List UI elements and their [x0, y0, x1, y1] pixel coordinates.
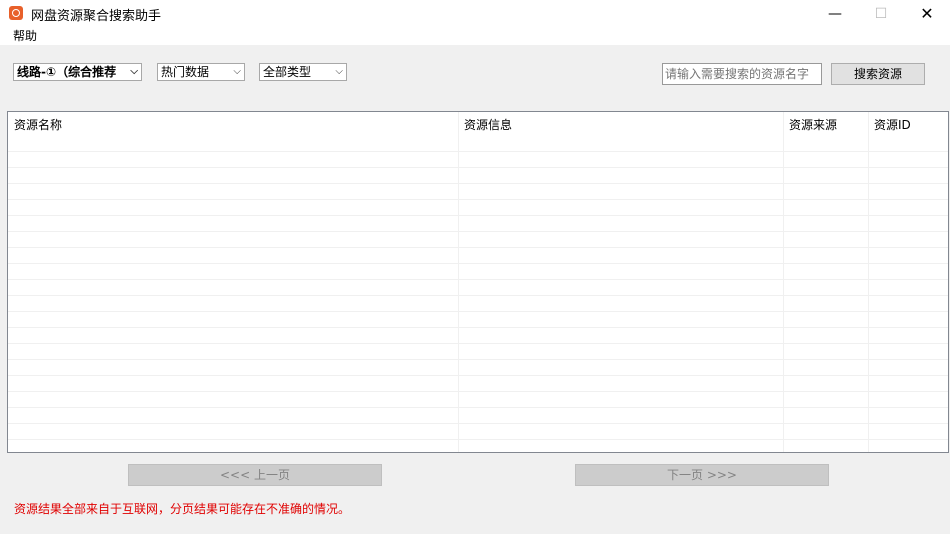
column-divider	[458, 112, 459, 452]
menu-help[interactable]: 帮助	[13, 28, 37, 44]
line-select-value: 线路-①（综合推荐	[17, 65, 117, 79]
row-divider	[8, 311, 948, 312]
column-header-source[interactable]: 资源来源	[789, 116, 837, 133]
row-divider	[8, 439, 948, 440]
type-select-value: 全部类型	[263, 65, 312, 79]
close-button[interactable]: ✕	[904, 0, 950, 28]
menu-bar: 帮助	[0, 28, 950, 45]
chevron-down-icon: ⌵	[335, 66, 343, 77]
column-divider	[783, 112, 784, 452]
app-icon	[9, 6, 23, 20]
row-divider	[8, 375, 948, 376]
row-divider	[8, 295, 948, 296]
results-table[interactable]: 资源名称 资源信息 资源来源 资源ID	[7, 111, 949, 453]
category-select-value: 热门数据	[161, 65, 210, 79]
column-divider	[868, 112, 869, 452]
search-input[interactable]	[662, 63, 822, 85]
row-divider	[8, 231, 948, 232]
disclaimer-text: 资源结果全部来自于互联网，分页结果可能存在不准确的情况。	[14, 502, 351, 516]
line-select[interactable]: 线路-①（综合推荐 ⌵	[13, 63, 142, 81]
title-bar[interactable]: 网盘资源聚合搜索助手 — ☐ ✕	[0, 0, 950, 28]
column-header-info[interactable]: 资源信息	[464, 116, 512, 133]
chevron-down-icon: ⌵	[130, 66, 138, 77]
row-divider	[8, 151, 948, 152]
minimize-button[interactable]: —	[812, 0, 858, 28]
prev-page-button[interactable]: <<< 上一页	[128, 464, 382, 486]
row-divider	[8, 279, 948, 280]
type-select[interactable]: 全部类型 ⌵	[259, 63, 347, 81]
row-divider	[8, 343, 948, 344]
chevron-down-icon: ⌵	[233, 66, 241, 77]
maximize-button[interactable]: ☐	[858, 0, 904, 28]
category-select[interactable]: 热门数据 ⌵	[157, 63, 245, 81]
window-title: 网盘资源聚合搜索助手	[31, 9, 162, 24]
row-divider	[8, 215, 948, 216]
column-header-id[interactable]: 资源ID	[874, 116, 911, 133]
next-page-button[interactable]: 下一页 >>>	[575, 464, 829, 486]
row-divider	[8, 359, 948, 360]
column-header-name[interactable]: 资源名称	[14, 116, 62, 133]
row-divider	[8, 167, 948, 168]
row-divider	[8, 327, 948, 328]
row-divider	[8, 247, 948, 248]
row-divider	[8, 407, 948, 408]
row-divider	[8, 199, 948, 200]
row-divider	[8, 263, 948, 264]
row-divider	[8, 183, 948, 184]
row-divider	[8, 423, 948, 424]
row-divider	[8, 391, 948, 392]
search-button[interactable]: 搜索资源	[831, 63, 925, 85]
app-window: 网盘资源聚合搜索助手 — ☐ ✕ 帮助 线路-①（综合推荐 ⌵ 热门数据 ⌵ 全…	[0, 0, 950, 534]
